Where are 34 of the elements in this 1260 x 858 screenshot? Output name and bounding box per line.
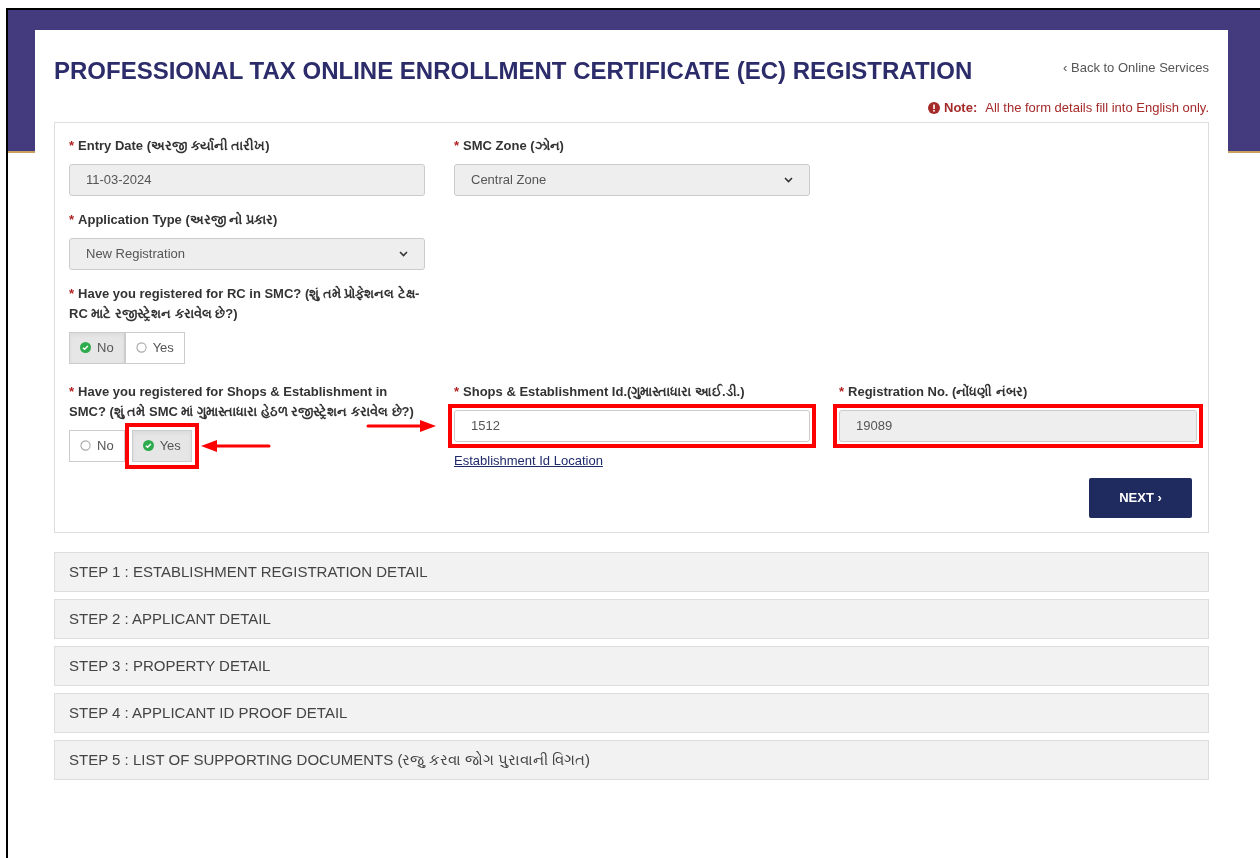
form-label: * Application Type (અરજી નો પ્રકાર) [69,211,278,227]
radio-option[interactable]: No [69,331,125,364]
form-label: * Have you registered for Shops & Establishment in SMC? (શું તમે SMC માં ગુમાસ્તાધારા હેઠળ રજીસ્ટ્રેશન કરાવેલ છે?) [69,383,414,419]
back-link[interactable]: ‹ Back to Online Services [1063,58,1209,78]
check-circle-icon [142,440,154,451]
step-header[interactable]: STEP 2 : APPLICANT DETAIL [54,599,1209,639]
radio-option[interactable]: Yes [124,331,185,364]
alert-icon [928,101,941,114]
input-field[interactable]: 11-03-2024 [69,163,425,196]
chevron-down-icon [399,250,408,257]
form-label: * Shops & Establishment Id.(ગુમાસ્તાધારા આઈ.ડી.) [454,383,745,399]
select-field[interactable]: New Registration [69,237,425,270]
step-header[interactable]: STEP 3 : PROPERTY DETAIL [54,646,1209,686]
next-button[interactable]: NEXT › [1089,478,1192,518]
radio-circle-icon [135,342,147,353]
form-label: * Entry Date (અરજી કર્યાની તારીખ) [69,137,270,153]
step-header[interactable]: STEP 5 : LIST OF SUPPORTING DOCUMENTS (રજુ કરવા જોગ પુરાવાની વિગત) [54,740,1209,780]
input-field[interactable]: 1512 [454,409,810,442]
radio-option[interactable]: No [69,429,125,462]
step-header[interactable]: STEP 1 : ESTABLISHMENT REGISTRATION DETAIL [54,552,1209,592]
page-title: PROFESSIONAL TAX ONLINE ENROLLMENT CERTIFICATE (EC) REGISTRATION [54,56,973,86]
chevron-down-icon [784,176,793,183]
radio-circle-icon [80,440,91,451]
input-field[interactable]: 19089 [839,409,1197,442]
select-field[interactable]: Central Zone [454,163,810,196]
form-label: * Have you registered for RC in SMC? (શું તમે પ્રોફેશનલ ટેક્ષ-RC માટે રજીસ્ટ્રેશન કરાવેલ છે?) [69,285,420,321]
establishment-id-link[interactable]: Establishment Id Location [454,450,810,470]
step-header[interactable]: STEP 4 : APPLICANT ID PROOF DETAIL [54,693,1209,733]
form-label: * Registration No. (નોંધણી નંબર) [839,383,1028,399]
note-text: All the form details fill into English only. [985,99,1209,117]
note-label: Note: [944,99,978,117]
form-label: * SMC Zone (ઝોન) [454,137,564,153]
check-circle-icon [80,342,91,353]
radio-option[interactable]: Yes [131,429,192,462]
